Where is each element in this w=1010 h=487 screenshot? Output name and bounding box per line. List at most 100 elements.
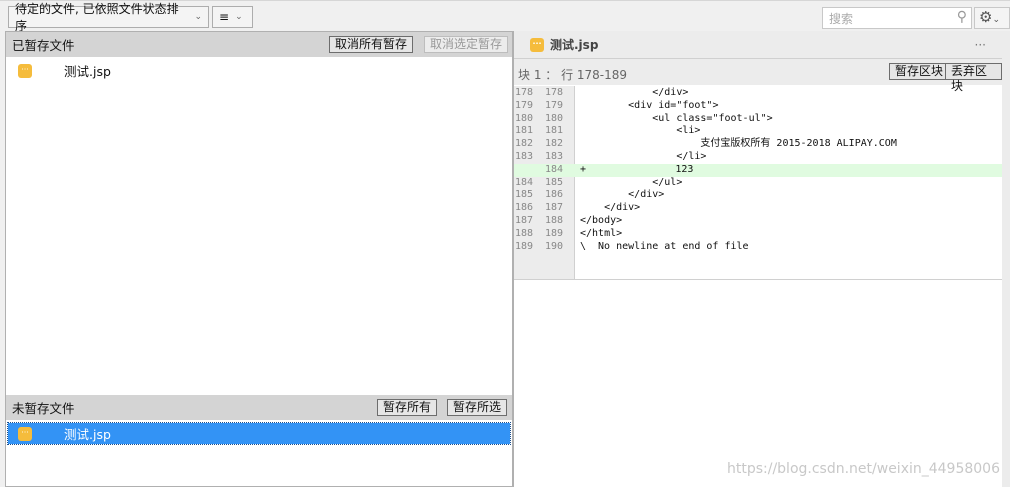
- diff-line: 184 + 123: [514, 163, 1002, 177]
- line-content: <ul class="foot-ul">: [580, 112, 773, 126]
- stage-hunk-button[interactable]: 暂存区块: [889, 63, 950, 80]
- old-line-number: 186: [515, 202, 534, 214]
- unstaged-file-item[interactable]: ··· 测试.jsp: [7, 422, 511, 445]
- files-panel: 已暂存文件 取消所有暂存 取消选定暂存 ··· 测试.jsp 未暂存文件 暂存所…: [5, 31, 513, 487]
- code-text: <div id="foot">: [580, 99, 719, 111]
- code-text: </div>: [580, 189, 665, 201]
- file-name: 测试.jsp: [64, 427, 111, 442]
- unstaged-title: 未暂存文件: [12, 401, 75, 416]
- old-line-number: 182: [515, 138, 534, 150]
- list-icon: ≡: [219, 10, 230, 24]
- line-content: </div>: [580, 202, 640, 215]
- old-line-number: 179: [515, 99, 534, 111]
- unstaged-header: 未暂存文件 暂存所有 暂存所选: [6, 395, 512, 420]
- code-text: </div>: [580, 87, 689, 98]
- diff-panel: ··· 测试.jsp ··· 块 1 ： 行 178-189 暂存区块 丢弃区块…: [513, 31, 1002, 487]
- code-text: <li>: [580, 125, 701, 137]
- old-line-number: 183: [515, 151, 534, 162]
- watermark: https://blog.csdn.net/weixin_44958006: [726, 461, 1000, 477]
- line-content: </div>: [580, 87, 688, 100]
- line-content: <li>: [580, 125, 700, 138]
- old-line-number: 178: [515, 87, 534, 98]
- diff-line: 184 185 </ul>: [514, 177, 1002, 190]
- modified-file-icon: ···: [18, 63, 32, 78]
- line-content: + 123: [580, 164, 693, 177]
- line-content: 支付宝版权所有 2015-2018 ALIPAY.COM: [580, 138, 897, 151]
- diff-line: 182 182 支付宝版权所有 2015-2018 ALIPAY.COM: [514, 138, 1002, 151]
- toolbar: 待定的文件, 已依照文件状态排序 ⌄ ≡ ⌄ 搜索 ⚲ ⚙⌄: [0, 0, 1010, 33]
- staged-header: 已暂存文件 取消所有暂存 取消选定暂存: [6, 32, 512, 57]
- staged-title: 已暂存文件: [12, 38, 75, 53]
- new-line-number: 182: [545, 138, 564, 150]
- new-line-number: 187: [545, 202, 564, 214]
- old-line-number: 189: [515, 240, 534, 252]
- line-content: <div id="foot">: [580, 100, 718, 113]
- diff-file-header: ··· 测试.jsp ···: [514, 31, 1002, 59]
- new-line-number: 184: [545, 163, 564, 175]
- code-text: <ul class="foot-ul">: [580, 112, 773, 124]
- hunk-bar: 块 1 ： 行 178-189 暂存区块 丢弃区块: [514, 59, 1002, 93]
- code-text: 支付宝版权所有 2015-2018 ALIPAY.COM: [580, 138, 897, 150]
- new-line-number: 178: [545, 87, 564, 98]
- line-content: </ul>: [580, 177, 682, 190]
- file-name: 测试.jsp: [64, 64, 111, 79]
- new-line-number: 188: [545, 215, 564, 226]
- diff-line: 180 180 <ul class="foot-ul">: [514, 113, 1002, 126]
- diff-code-view[interactable]: 178 178 </div> 179 179 <div id="foot"> 180 18…: [514, 86, 1002, 280]
- chevron-down-icon: ⌄: [194, 12, 202, 22]
- code-text: </ul>: [580, 176, 683, 188]
- new-line-number: 185: [545, 176, 564, 188]
- diff-file-name: 测试.jsp: [550, 38, 599, 52]
- chevron-down-icon: ⌄: [992, 15, 1000, 25]
- line-content: </li>: [580, 151, 706, 164]
- diff-line: 188 189 </html>: [514, 228, 1002, 241]
- sort-select[interactable]: 待定的文件, 已依照文件状态排序 ⌄: [8, 2, 209, 33]
- new-line-number: 181: [545, 125, 564, 137]
- discard-hunk-button[interactable]: 丢弃区块: [945, 63, 1002, 93]
- diff-line: 189 190 \ No newline at end of file: [514, 241, 1002, 254]
- stage-selected-button[interactable]: 暂存所选: [447, 399, 508, 416]
- stage-all-button[interactable]: 暂存所有: [377, 399, 438, 416]
- view-options-select[interactable]: ≡ ⌄: [212, 6, 253, 28]
- old-line-number: 187: [515, 215, 534, 226]
- old-line-number: 188: [515, 227, 534, 239]
- hunk-label: 块 1 ： 行 178-189: [518, 68, 628, 82]
- diff-line: 183 183 </li>: [514, 151, 1002, 164]
- diff-line: 186 187 </div>: [514, 202, 1002, 215]
- old-line-number: 181: [515, 125, 534, 137]
- diff-line: 181 181 <li>: [514, 125, 1002, 138]
- line-content: </body>: [580, 215, 622, 228]
- new-line-number: 190: [545, 240, 564, 252]
- diff-line: 185 186 </div>: [514, 189, 1002, 202]
- search-input[interactable]: 搜索 ⚲: [822, 7, 972, 29]
- staged-file-item[interactable]: ··· 测试.jsp: [8, 60, 510, 81]
- new-line-number: 183: [545, 151, 564, 162]
- code-text: </div>: [580, 202, 641, 214]
- diff-line: 178 178 </div>: [514, 87, 1002, 100]
- old-line-number: 185: [515, 189, 534, 201]
- old-line-number: 180: [515, 112, 534, 124]
- code-text: </li>: [580, 151, 707, 162]
- diff-line: 179 179 <div id="foot">: [514, 100, 1002, 113]
- line-content: \ No newline at end of file: [580, 241, 749, 254]
- diff-marker: \: [580, 240, 587, 252]
- unstage-all-button[interactable]: 取消所有暂存: [329, 36, 414, 53]
- code-text: 123: [579, 163, 694, 175]
- more-options-button[interactable]: ···: [975, 38, 986, 52]
- new-line-number: 189: [545, 227, 564, 239]
- line-content: </html>: [580, 228, 622, 241]
- code-text: </body>: [580, 215, 623, 226]
- line-content: </div>: [580, 189, 664, 202]
- code-text: </html>: [580, 227, 623, 239]
- gear-icon: ⚙: [979, 8, 993, 26]
- modified-file-icon: ···: [18, 426, 32, 441]
- settings-button[interactable]: ⚙⌄: [974, 7, 1010, 29]
- search-placeholder: 搜索: [829, 12, 854, 26]
- old-line-number: 184: [515, 176, 534, 188]
- new-line-number: 179: [545, 99, 564, 111]
- sort-select-value: 待定的文件, 已依照文件状态排序: [15, 2, 179, 33]
- unstage-selected-button[interactable]: 取消选定暂存: [424, 36, 509, 53]
- scrollbar[interactable]: [1002, 31, 1010, 487]
- code-text: No newline at end of file: [598, 240, 749, 252]
- chevron-down-icon: ⌄: [235, 12, 243, 22]
